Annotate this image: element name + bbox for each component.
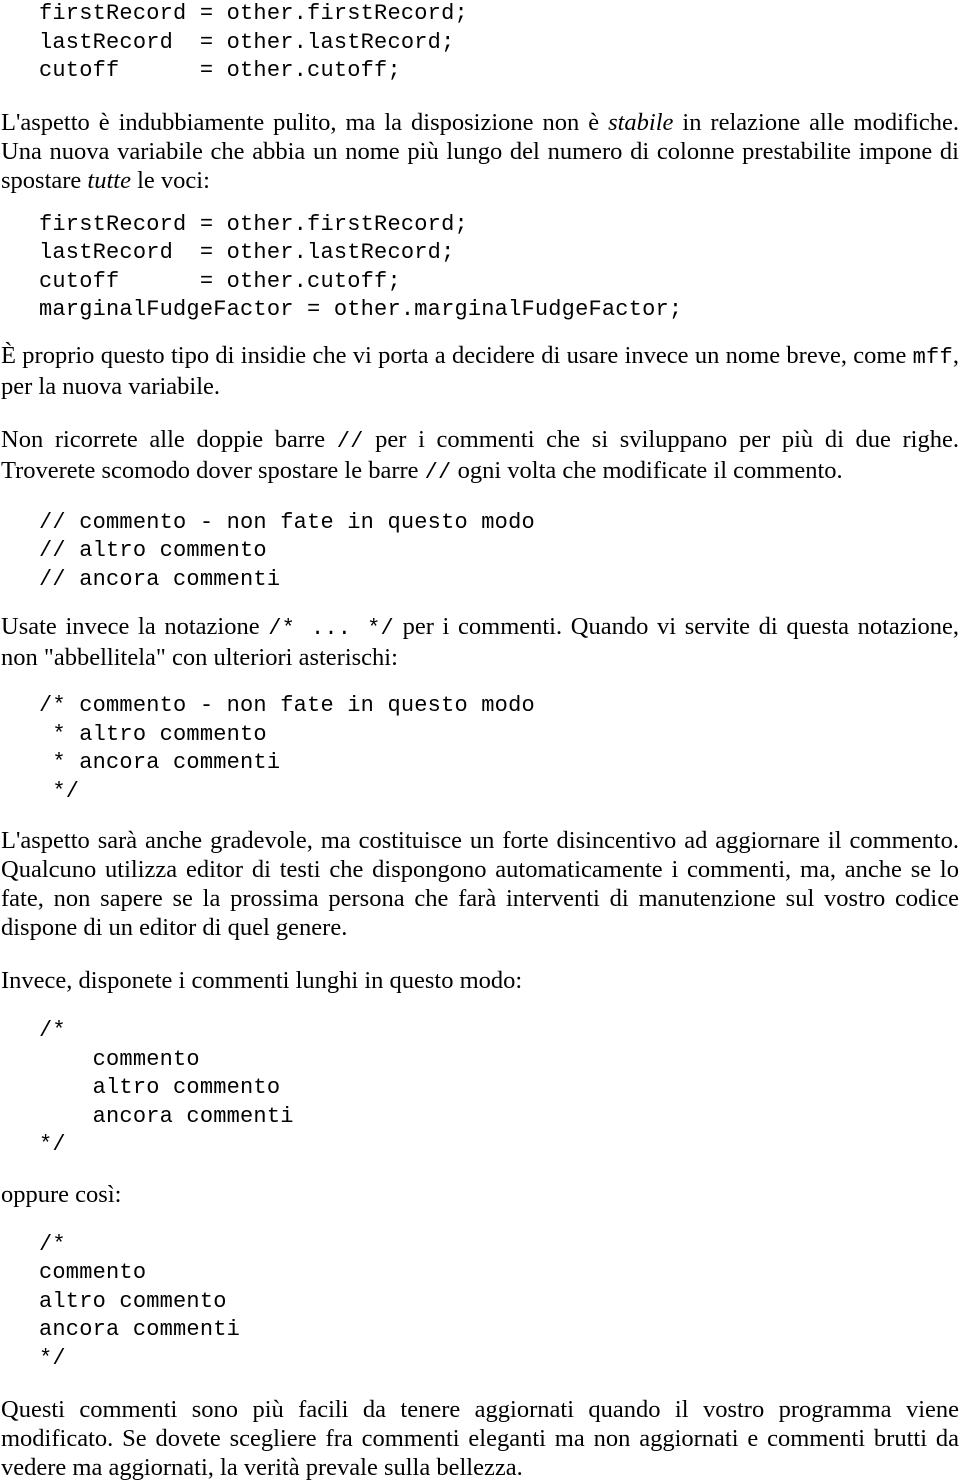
text-run: Questi commenti sono più facili da tener… (1, 1396, 959, 1481)
text-run: È proprio questo tipo di insidie che vi … (1, 341, 913, 369)
text-run-italic: stabile (608, 108, 674, 136)
inline-code-double-slash: // (424, 459, 452, 485)
inline-code-double-slash: // (336, 428, 364, 454)
code-block-long-comment-indented: /* commento altro commento ancora commen… (39, 1018, 294, 1157)
text-run: Non ricorrete alle doppie barre (1, 425, 337, 453)
paragraph-questi-commenti-aggiornati: Questi commenti sono più facili da tener… (1, 1395, 959, 1482)
document-page: firstRecord = other.firstRecord; lastRec… (0, 0, 960, 1481)
code-block-starred-comment-bad: /* commento - non fate in questo modo * … (39, 693, 535, 804)
paragraph-usate-notazione-slash-star: Usate invece la notazione /* ... */ per … (1, 612, 959, 672)
paragraph-aspetto-gradevole-disincentivo: L'aspetto sarà anche gradevole, ma costi… (1, 826, 959, 942)
text-run-italic: tutte (87, 166, 131, 194)
text-run: Invece, disponete i commenti lunghi in q… (1, 967, 523, 994)
text-run: ogni volta che modificate il commento. (451, 456, 843, 484)
text-run: Usate invece la notazione (1, 613, 269, 640)
code-block-four-fields: firstRecord = other.firstRecord; lastRec… (39, 211, 683, 323)
paragraph-invece-disponete: Invece, disponete i commenti lunghi in q… (1, 966, 959, 995)
text-run: L'aspetto sarà anche gradevole, ma costi… (1, 827, 959, 941)
code-block-long-comment-flush: /* commento altro commento ancora commen… (39, 1231, 241, 1371)
code-block-three-fields: firstRecord = other.firstRecord; lastRec… (39, 1, 468, 83)
text-run: le voci: (130, 166, 210, 194)
text-run: oppure così: (1, 1180, 122, 1208)
code-block-slash-slash-comments: // commento - non fate in questo modo //… (39, 509, 535, 592)
inline-code-block-comment-delims: /* ... */ (268, 616, 394, 641)
text-run: L'aspetto è indubbiamente pulito, ma la … (1, 108, 609, 136)
paragraph-oppure-cosi: oppure così: (1, 1180, 959, 1209)
inline-code-mff: mff (912, 344, 953, 370)
paragraph-non-ricorrete-doppie-barre: Non ricorrete alle doppie barre // per i… (1, 425, 959, 487)
paragraph-aspetto-pulito: L'aspetto è indubbiamente pulito, ma la … (1, 108, 959, 195)
paragraph-insidie-nome-breve: È proprio questo tipo di insidie che vi … (1, 341, 959, 401)
